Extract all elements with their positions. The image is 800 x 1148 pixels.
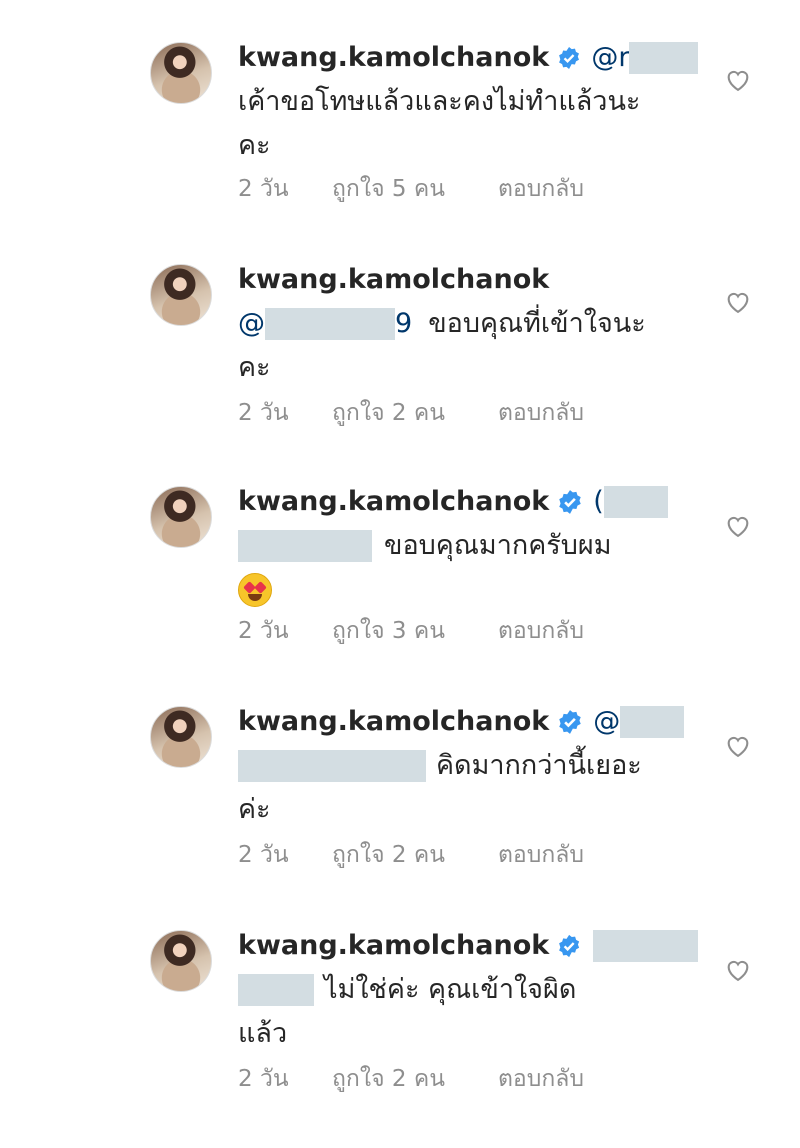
reply-button[interactable]: ตอบกลับ <box>498 1062 584 1096</box>
comment-header: kwang.kamolchanok <box>238 924 698 968</box>
comment-body: kwang.kamolchanok @r เค้าขอโทษแล้วและคงไ… <box>238 36 698 168</box>
reply-button[interactable]: ตอบกลับ <box>498 838 584 872</box>
heart-outline-icon[interactable] <box>724 512 752 540</box>
redacted-mention <box>620 706 685 738</box>
verified-badge-icon <box>559 490 581 514</box>
comment-meta: 2 วัน ถูกใจ 2 คน ตอบกลับ <box>238 1062 584 1096</box>
reply-button[interactable]: ตอบกลับ <box>498 172 584 206</box>
mention-link[interactable]: @ <box>238 302 265 346</box>
username[interactable]: kwang.kamolchanok <box>238 480 549 524</box>
comment-text-line: @ 9 ขอบคุณที่เข้าใจนะ <box>238 302 698 346</box>
comment-time: 2 วัน <box>238 618 289 644</box>
likes-count[interactable]: ถูกใจ 2 คน <box>332 1062 498 1096</box>
comment-text-line: เค้าขอโทษแล้วและคงไม่ทำแล้วนะ <box>238 86 641 117</box>
mention-link[interactable]: @ <box>593 700 620 744</box>
redacted-mention <box>629 42 698 74</box>
comment-header: kwang.kamolchanok <box>238 258 698 302</box>
heart-outline-icon[interactable] <box>724 288 752 316</box>
comment-text-line: แล้ว <box>238 1018 288 1049</box>
comment-body: kwang.kamolchanok @ คิดมากกว่านี้เยอะ ค่… <box>238 700 698 832</box>
avatar[interactable] <box>150 486 212 548</box>
heart-outline-icon[interactable] <box>724 66 752 94</box>
mention-link[interactable]: ( <box>593 480 604 524</box>
comment-time: 2 วัน <box>238 842 289 868</box>
likes-count[interactable]: ถูกใจ 3 คน <box>332 614 498 648</box>
comment-meta: 2 วัน ถูกใจ 5 คน ตอบกลับ <box>238 172 584 206</box>
avatar[interactable] <box>150 264 212 326</box>
avatar[interactable] <box>150 42 212 104</box>
heart-outline-icon[interactable] <box>724 732 752 760</box>
verified-badge-icon <box>559 934 580 958</box>
comment-header: kwang.kamolchanok @r <box>238 36 698 80</box>
mention-suffix: 9 <box>395 308 413 339</box>
redacted-mention <box>238 750 426 782</box>
verified-badge-icon <box>559 710 581 734</box>
reply-button[interactable]: ตอบกลับ <box>498 614 584 648</box>
comment-header: kwang.kamolchanok @ <box>238 700 698 744</box>
redacted-mention <box>593 930 698 962</box>
comment-meta: 2 วัน ถูกใจ 2 คน ตอบกลับ <box>238 838 584 872</box>
redacted-mention <box>603 486 668 518</box>
comment-text-line: ไม่ใช่ค่ะ คุณเข้าใจผิด <box>238 968 698 1012</box>
comment-text-line: คิดมากกว่านี้เยอะ <box>238 744 698 788</box>
verified-badge-icon <box>559 46 580 70</box>
comment-text-line <box>238 568 698 612</box>
comment-text-line: คะ <box>238 130 271 161</box>
comment-text-line: ขอบคุณมากครับผม <box>238 524 698 568</box>
comment-text: ขอบคุณที่เข้าใจนะ <box>428 308 646 339</box>
heart-eyes-emoji <box>238 573 272 607</box>
comment-text: ไม่ใช่ค่ะ คุณเข้าใจผิด <box>324 974 577 1005</box>
comment-time: 2 วัน <box>238 400 289 426</box>
redacted-mention <box>238 530 372 562</box>
likes-count[interactable]: ถูกใจ 2 คน <box>332 838 498 872</box>
comment-time: 2 วัน <box>238 176 289 202</box>
username[interactable]: kwang.kamolchanok <box>238 700 549 744</box>
username[interactable]: kwang.kamolchanok <box>238 258 549 302</box>
comment-text-line: ค่ะ <box>238 794 271 825</box>
comment-text: ขอบคุณมากครับผม <box>384 530 612 561</box>
mention-link[interactable]: @r <box>591 36 629 80</box>
reply-button[interactable]: ตอบกลับ <box>498 396 584 430</box>
username[interactable]: kwang.kamolchanok <box>238 924 549 968</box>
likes-count[interactable]: ถูกใจ 2 คน <box>332 396 498 430</box>
redacted-mention <box>265 308 395 340</box>
comment-body: kwang.kamolchanok @ 9 ขอบคุณที่เข้าใจนะ … <box>238 258 698 390</box>
avatar[interactable] <box>150 706 212 768</box>
redacted-mention <box>238 974 314 1006</box>
avatar[interactable] <box>150 930 212 992</box>
comment-text-line: คะ <box>238 352 271 383</box>
comment-body: kwang.kamolchanok ( ขอบคุณมากครับผม <box>238 480 698 612</box>
heart-outline-icon[interactable] <box>724 956 752 984</box>
username[interactable]: kwang.kamolchanok <box>238 36 549 80</box>
comment-meta: 2 วัน ถูกใจ 3 คน ตอบกลับ <box>238 614 584 648</box>
comment-meta: 2 วัน ถูกใจ 2 คน ตอบกลับ <box>238 396 584 430</box>
comment-header: kwang.kamolchanok ( <box>238 480 698 524</box>
likes-count[interactable]: ถูกใจ 5 คน <box>332 172 498 206</box>
comment-body: kwang.kamolchanok ไม่ใช่ค่ะ คุณเข้าใจผิด… <box>238 924 698 1056</box>
comment-text: คิดมากกว่านี้เยอะ <box>436 750 642 781</box>
comment-time: 2 วัน <box>238 1066 289 1092</box>
